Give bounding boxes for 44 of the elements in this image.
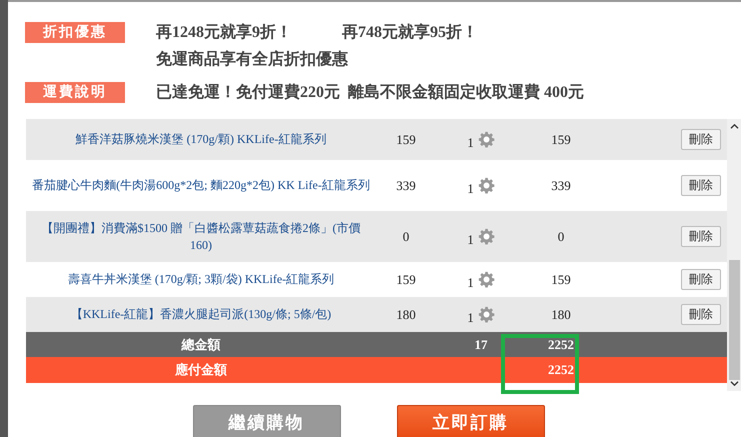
delete-button[interactable]: 刪除 <box>681 129 721 150</box>
price-text: 159 <box>396 272 416 288</box>
scroll-up-icon[interactable] <box>730 123 738 130</box>
product-link[interactable]: 【開團禮】消費滿$1500 贈「白醬松露蕈菇蔬食捲2條」(市價160) <box>31 220 371 254</box>
payable-label: 應付金額 <box>175 361 227 379</box>
quantity-text: 1 <box>467 230 474 248</box>
price-text: 0 <box>402 228 410 244</box>
price-text: 159 <box>396 132 416 148</box>
product-link[interactable]: 壽喜牛丼米漢堡 (170g/顆; 3顆/袋) KKLife-紅龍系列 <box>68 271 334 288</box>
price-text: 180 <box>396 306 416 322</box>
subtotal-text: 180 <box>551 306 571 322</box>
promo-text: 再1248元就享9折！ <box>156 22 292 43</box>
section-tag: 折扣優惠 <box>25 22 125 43</box>
scroll-down-icon[interactable] <box>730 380 738 387</box>
quantity-text: 1 <box>467 274 474 290</box>
subtotal-text: 159 <box>551 132 571 148</box>
delete-button[interactable]: 刪除 <box>681 304 721 325</box>
quantity-text: 1 <box>467 134 474 150</box>
subtotal-text: 159 <box>551 272 571 288</box>
gear-icon[interactable] <box>478 271 495 288</box>
subtotal-text: 339 <box>551 178 571 194</box>
total-label: 總金額 <box>182 336 220 354</box>
delete-button[interactable]: 刪除 <box>681 269 721 290</box>
gear-icon[interactable] <box>478 177 495 194</box>
payable-amount: 2252 <box>548 362 574 378</box>
delete-button[interactable]: 刪除 <box>681 226 721 247</box>
promo-text: 再748元就享95折！ <box>342 22 478 43</box>
gear-icon[interactable] <box>478 306 495 323</box>
delete-button[interactable]: 刪除 <box>681 175 721 196</box>
section-tag: 運費說明 <box>25 82 125 103</box>
gear-icon[interactable] <box>478 228 495 245</box>
gear-icon[interactable] <box>478 131 495 148</box>
quantity-text: 1 <box>467 180 474 196</box>
product-link[interactable]: 鮮香洋菇豚燒米漢堡 (170g/顆) KKLife-紅龍系列 <box>76 131 326 148</box>
quantity-text: 1 <box>467 308 474 326</box>
promo-text: 已達免運！免付運費220元 離島不限金額固定收取運費 400元 <box>156 82 584 103</box>
total-quantity: 17 <box>474 336 488 352</box>
price-text: 339 <box>396 178 416 194</box>
promo-note: 免運商品享有全店折扣優惠 <box>156 49 349 70</box>
scrollbar[interactable] <box>727 119 741 391</box>
subtotal-text: 0 <box>558 228 564 244</box>
product-link[interactable]: 番茄腱心牛肉麵(牛肉湯600g*2包; 麵220g*2包) KK Life-紅龍系列 <box>32 177 370 194</box>
total-amount: 2252 <box>548 336 574 352</box>
product-link[interactable]: 【KKLife-紅龍】香濃火腿起司派(130g/條; 5條/包) <box>70 306 332 323</box>
